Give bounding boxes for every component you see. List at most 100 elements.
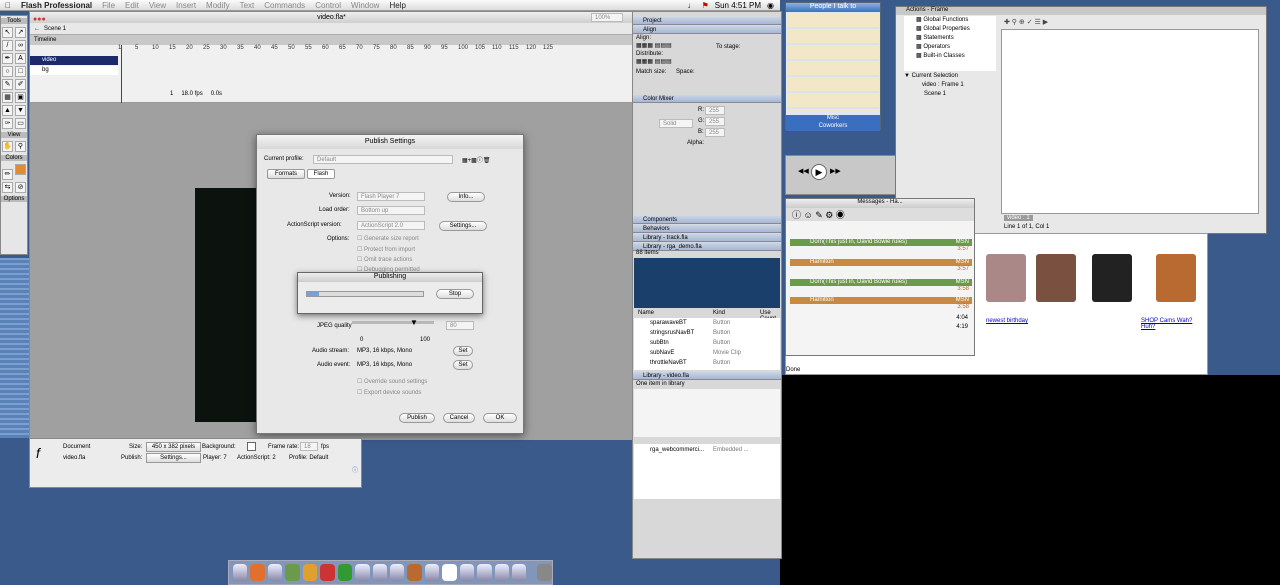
tree-item[interactable]: ▩ Operators <box>904 43 996 52</box>
text-tool-icon[interactable]: A <box>15 53 26 64</box>
app-icon[interactable] <box>512 564 527 581</box>
menu-app[interactable]: Flash Professional <box>16 1 97 10</box>
transform-tool-icon[interactable]: ▦ <box>2 92 13 103</box>
fill-color-icon[interactable] <box>15 164 26 175</box>
menu-help[interactable]: Help <box>384 1 410 10</box>
fill-type-select[interactable]: Solid <box>659 119 693 128</box>
frame-rate-field[interactable]: 18 <box>300 442 318 451</box>
scene-item[interactable]: Scene 1 <box>924 91 946 97</box>
library-video-header[interactable]: Library - video.fla <box>633 372 781 380</box>
as-settings-button[interactable]: Settings... <box>439 221 487 231</box>
g-field[interactable]: 255 <box>705 117 725 126</box>
components-header[interactable]: Components <box>633 216 781 224</box>
export-device-checkbox[interactable]: ☐ Export device sounds <box>357 389 421 396</box>
eyedropper-icon[interactable]: ✑ <box>2 118 13 129</box>
menu-commands[interactable]: Commands <box>259 1 310 10</box>
play-button-icon[interactable]: ▶ <box>811 164 827 180</box>
video-frame-item[interactable]: video : Frame 1 <box>922 82 964 88</box>
forward-icon[interactable]: ▶▶ <box>830 167 841 175</box>
stop-button[interactable]: Stop <box>436 289 474 299</box>
pencil-tool-icon[interactable]: ✎ <box>2 79 13 90</box>
menu-view[interactable]: View <box>144 1 171 10</box>
list-item[interactable]: subBtn <box>650 340 669 346</box>
props-settings-button[interactable]: Settings... <box>146 453 201 463</box>
rewind-icon[interactable]: ◀◀ <box>798 167 809 175</box>
pen-tool-icon[interactable]: ✒ <box>2 53 13 64</box>
r-field[interactable]: 255 <box>705 106 725 115</box>
publish-button[interactable]: Publish <box>399 413 435 423</box>
nav-links[interactable]: SHOP Cams Wah? Huh? <box>1141 318 1207 330</box>
color-mixer-header[interactable]: Color Mixer <box>633 95 781 103</box>
cancel-button[interactable]: Cancel <box>443 413 475 423</box>
rect-tool-icon[interactable]: □ <box>15 66 26 77</box>
photo-thumbnail[interactable] <box>1092 254 1132 302</box>
option-size-report[interactable]: ☐ Generate size report <box>357 235 419 242</box>
load-order-select[interactable]: Bottom up <box>357 206 425 215</box>
slider-thumb-icon[interactable]: ▼ <box>410 318 418 327</box>
audio-stream-set-button[interactable]: Set <box>453 346 473 356</box>
app-icon[interactable] <box>337 564 353 581</box>
ink-bottle-icon[interactable]: ▲ <box>2 105 13 116</box>
window-buttons[interactable]: ●●● <box>33 14 46 25</box>
info-button[interactable]: Info... <box>447 192 485 202</box>
app-icon[interactable] <box>302 564 318 581</box>
current-selection[interactable]: ▼ Current Selection <box>904 73 958 79</box>
override-sound-checkbox[interactable]: ☐ Override sound settings <box>357 378 427 385</box>
tree-item[interactable]: ▩ Global Properties <box>904 25 996 34</box>
photo-thumbnail[interactable] <box>1156 254 1196 302</box>
behaviors-header[interactable]: Behaviors <box>633 225 781 233</box>
speaker-icon[interactable]: ♩ <box>688 1 696 10</box>
no-color-icon[interactable]: ⊘ <box>15 182 26 193</box>
contacts-list[interactable] <box>787 13 879 111</box>
line-tool-icon[interactable]: / <box>2 40 13 51</box>
safari-icon[interactable] <box>267 564 283 581</box>
align-panel-header[interactable]: Align <box>633 26 781 34</box>
app-icon[interactable] <box>372 564 387 581</box>
photo-thumbnail[interactable] <box>986 254 1026 302</box>
project-panel-header[interactable]: Project <box>633 17 781 25</box>
video-item-name[interactable]: rga_webcommerci... <box>650 447 704 453</box>
jpeg-quality-field[interactable]: 80 <box>446 321 474 330</box>
app-icon[interactable] <box>494 564 509 581</box>
ical-icon[interactable] <box>442 564 457 581</box>
col-kind[interactable]: Kind <box>713 310 725 316</box>
guitar-icon[interactable] <box>407 564 422 581</box>
col-name[interactable]: Name <box>638 310 654 316</box>
paint-bucket-icon[interactable]: ▼ <box>15 105 26 116</box>
trash-icon[interactable] <box>537 564 552 581</box>
app-icon[interactable] <box>459 564 475 581</box>
size-button[interactable]: 450 x 382 pixels <box>146 442 201 452</box>
actionscript-select[interactable]: ActionScript 2.0 <box>357 221 425 230</box>
lasso-tool-icon[interactable]: ∞ <box>15 40 26 51</box>
background-swatch[interactable] <box>247 442 256 451</box>
layer-video[interactable]: video <box>30 56 118 65</box>
back-arrow-icon[interactable]: ← <box>34 26 40 32</box>
help-icon[interactable]: ⓘ <box>352 465 358 474</box>
apple-icon[interactable]:  <box>0 1 16 10</box>
tree-item[interactable]: ▩ Global Functions <box>904 16 996 25</box>
audio-event-set-button[interactable]: Set <box>453 360 473 370</box>
version-select[interactable]: Flash Player 7 <box>357 192 425 201</box>
timeline-header[interactable]: Timeline <box>30 35 633 45</box>
eraser-icon[interactable]: ▭ <box>15 118 26 129</box>
b-field[interactable]: 255 <box>705 128 725 137</box>
itunes-icon[interactable] <box>389 564 405 581</box>
scene-name[interactable]: Scene 1 <box>44 26 66 32</box>
firefox-icon[interactable] <box>250 564 265 581</box>
library-track-header[interactable]: Library - track.fla <box>633 234 781 242</box>
option-protect[interactable]: ☐ Protect from import <box>357 246 415 253</box>
list-item[interactable]: subNavE <box>650 350 674 356</box>
tab-flash[interactable]: Flash <box>307 169 335 179</box>
fill-transform-icon[interactable]: ▣ <box>15 92 26 103</box>
align-buttons-icon[interactable]: ▦▦▦ ▤▤▤ <box>636 42 672 49</box>
adium-icon[interactable] <box>285 564 300 581</box>
playhead[interactable] <box>121 45 122 103</box>
app-icon[interactable] <box>477 564 492 581</box>
brush-tool-icon[interactable]: ✐ <box>15 79 26 90</box>
distribute-buttons-icon[interactable]: ▦▦▦ ▤▤▤ <box>636 58 672 65</box>
clock[interactable]: Sun 4:51 PM <box>715 1 761 10</box>
swap-colors-icon[interactable]: ⇆ <box>2 182 13 193</box>
zoom-tool-icon[interactable]: ⚲ <box>15 141 26 152</box>
newest-birthday-link[interactable]: newest birthday <box>986 318 1028 324</box>
menu-window[interactable]: Window <box>346 1 384 10</box>
